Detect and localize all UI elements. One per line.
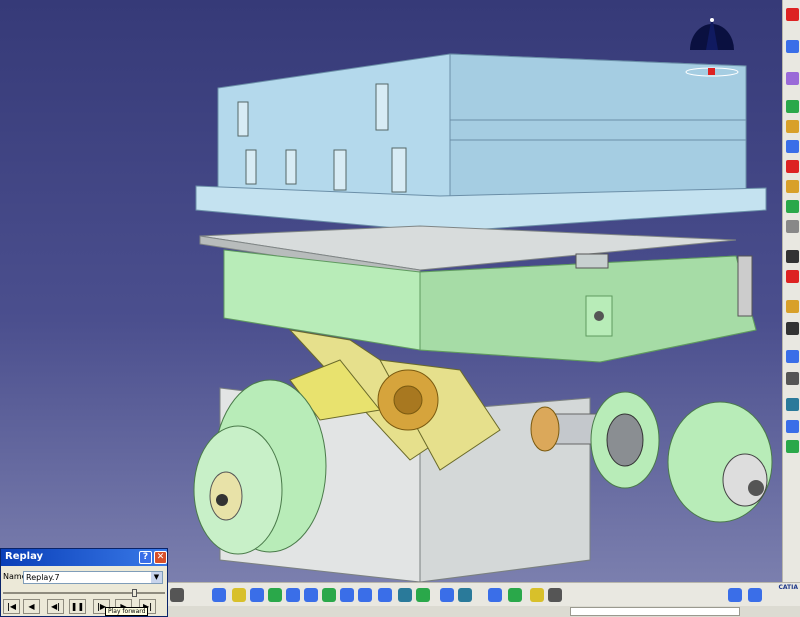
machine-assembly-model[interactable] bbox=[0, 0, 782, 582]
tooltip: Play forward bbox=[105, 607, 149, 616]
hole-icon[interactable] bbox=[786, 160, 799, 173]
replay-name-select[interactable]: Replay.7 ▼ bbox=[23, 571, 163, 584]
select-icon[interactable] bbox=[786, 8, 799, 21]
rotate-icon[interactable] bbox=[268, 588, 282, 602]
play-reverse-button[interactable]: ◀| bbox=[47, 599, 64, 614]
right-toolbar bbox=[782, 0, 800, 582]
swap-space-icon[interactable] bbox=[416, 588, 430, 602]
shaft-icon[interactable] bbox=[786, 140, 799, 153]
gear-icon[interactable] bbox=[170, 588, 184, 602]
zoom-out-icon[interactable] bbox=[304, 588, 318, 602]
pad-icon[interactable] bbox=[786, 100, 799, 113]
fly-mode-icon[interactable] bbox=[212, 588, 226, 602]
replay-dialog: Replay ? ✕ Name: Replay.7 ▼ |◀ ◀ ◀| ❚❚ |… bbox=[0, 548, 168, 617]
pocket-icon[interactable] bbox=[786, 120, 799, 133]
render-style-icon[interactable] bbox=[378, 588, 392, 602]
fit-all-icon[interactable] bbox=[232, 588, 246, 602]
simulation-icon[interactable] bbox=[786, 440, 799, 453]
step-back-button[interactable]: ◀ bbox=[23, 599, 40, 614]
chamfer-icon[interactable] bbox=[786, 200, 799, 213]
replay-name-value: Replay.7 bbox=[26, 573, 60, 582]
manipulate-icon[interactable] bbox=[786, 350, 799, 363]
pan-icon[interactable] bbox=[250, 588, 264, 602]
catia-logo: CATIA bbox=[770, 584, 798, 606]
layer-icon[interactable] bbox=[748, 588, 762, 602]
clash-icon[interactable] bbox=[786, 398, 799, 411]
command-input[interactable] bbox=[570, 607, 740, 616]
close-button[interactable]: ✕ bbox=[154, 551, 167, 564]
pause-button[interactable]: ❚❚ bbox=[69, 599, 86, 614]
measure-icon[interactable] bbox=[786, 270, 799, 283]
3d-viewport[interactable] bbox=[0, 0, 782, 582]
constraint-icon[interactable] bbox=[786, 250, 799, 263]
dialog-title: Replay bbox=[5, 551, 44, 562]
fillet-icon[interactable] bbox=[786, 180, 799, 193]
compass-tool-icon[interactable] bbox=[440, 588, 454, 602]
text-icon[interactable] bbox=[548, 588, 562, 602]
normal-view-icon[interactable] bbox=[322, 588, 336, 602]
slider-thumb[interactable] bbox=[132, 589, 137, 597]
snap-icon[interactable] bbox=[786, 322, 799, 335]
flag-icon[interactable] bbox=[530, 588, 544, 602]
name-row: Name: Replay.7 ▼ bbox=[3, 571, 165, 585]
zoom-in-icon[interactable] bbox=[286, 588, 300, 602]
scale-icon[interactable] bbox=[458, 588, 472, 602]
replay-slider[interactable] bbox=[3, 589, 165, 597]
sun-icon[interactable] bbox=[508, 588, 522, 602]
draft-icon[interactable] bbox=[786, 220, 799, 233]
section-icon[interactable] bbox=[786, 420, 799, 433]
catia-logo-text: CATIA bbox=[778, 584, 798, 591]
iso-view-icon[interactable] bbox=[358, 588, 372, 602]
help-button[interactable]: ? bbox=[139, 551, 152, 564]
explode-icon[interactable] bbox=[786, 372, 799, 385]
chevron-down-icon[interactable]: ▼ bbox=[151, 572, 162, 583]
replay-titlebar[interactable]: Replay ? ✕ bbox=[1, 549, 167, 566]
assembly-icon[interactable] bbox=[786, 300, 799, 313]
options-icon[interactable] bbox=[728, 588, 742, 602]
skip-to-start-button[interactable]: |◀ bbox=[3, 599, 20, 614]
status-bar bbox=[168, 606, 800, 617]
arrow-icon[interactable] bbox=[786, 40, 799, 53]
hide-show-icon[interactable] bbox=[398, 588, 412, 602]
sketch-icon[interactable] bbox=[786, 72, 799, 85]
compass-icon[interactable] bbox=[684, 10, 740, 84]
bottom-toolbar bbox=[168, 582, 800, 606]
multi-view-icon[interactable] bbox=[340, 588, 354, 602]
slider-track bbox=[3, 592, 165, 594]
search-icon[interactable] bbox=[488, 588, 502, 602]
